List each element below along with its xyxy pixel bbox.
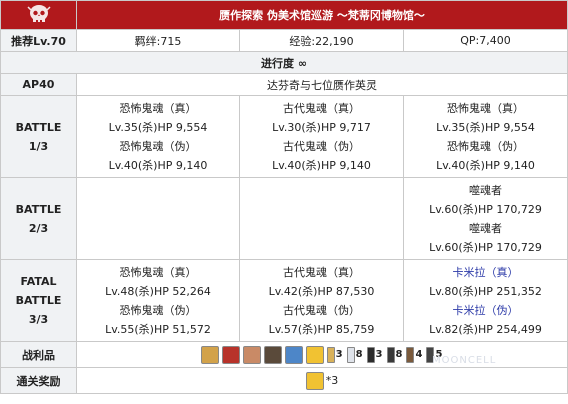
craft-essence-blue-icon[interactable] <box>284 345 303 364</box>
battle-1-col-1: 恐怖鬼魂（真） Lv.35(杀)HP 9,554 恐怖鬼魂（伪） Lv.40(杀… <box>76 95 240 178</box>
battle-2-label: BATTLE 2/3 <box>0 177 77 260</box>
battle-1-col-2: 古代鬼魂（真） Lv.30(杀)HP 9,717 古代鬼魂（伪） Lv.40(杀… <box>239 95 404 178</box>
drop-count: 8 <box>395 349 403 360</box>
drop-count: 3 <box>335 349 343 360</box>
enemy-stat: Lv.55(杀)HP 51,572 <box>105 322 211 336</box>
drop-count: 8 <box>355 349 363 360</box>
enemy-stat: Lv.35(杀)HP 9,554 <box>436 120 535 134</box>
battle-label-line: FATAL <box>20 275 57 288</box>
enemy-stat: Lv.35(杀)HP 9,554 <box>108 120 208 134</box>
event-token-white-icon[interactable] <box>346 346 355 363</box>
reward-count: *3 <box>325 374 339 387</box>
progress-row: 进行度 ∞ <box>0 51 568 74</box>
battle-label-line: BATTLE <box>15 120 62 134</box>
enemy-stat: Lv.40(杀)HP 9,140 <box>272 158 371 172</box>
battle-3-col-1: 恐怖鬼魂（真） Lv.48(杀)HP 52,264 恐怖鬼魂（伪） Lv.55(… <box>76 259 240 342</box>
event-token-black2-icon[interactable] <box>386 346 395 363</box>
battle-label-line: BATTLE <box>15 202 62 216</box>
enemy-name-link[interactable]: 卡米拉（伪） <box>404 301 567 320</box>
drop-count: 5 <box>435 349 443 360</box>
enemy-stat: Lv.40(杀)HP 9,140 <box>108 158 208 172</box>
drops-label: 战利品 <box>0 341 77 368</box>
enemy-stat: Lv.82(杀)HP 254,499 <box>429 322 542 336</box>
drops-list: 3 8 3 8 4 5 <box>77 345 567 364</box>
battle-label-line: 2/3 <box>28 221 49 235</box>
enemy-name: 恐怖鬼魂（伪） <box>119 303 197 317</box>
craft-essence-dark-icon[interactable] <box>263 345 282 364</box>
ap-cost-label: AP40 <box>0 73 77 96</box>
battle-1-label: BATTLE 1/3 <box>0 95 77 178</box>
quest-title: 赝作探索 伪美术馆巡游 ～梵蒂冈博物馆～ <box>76 0 568 30</box>
enemy-name: 恐怖鬼魂（真） <box>447 101 524 115</box>
enemy-name: 古代鬼魂（伪） <box>283 139 360 153</box>
qp-value: QP:7,400 <box>403 29 568 52</box>
battle-label-line: 1/3 <box>28 139 49 153</box>
event-token-gold-icon[interactable] <box>326 346 335 363</box>
enemy-name: 恐怖鬼魂（真） <box>119 101 197 115</box>
battle-2-col-1 <box>76 177 240 260</box>
event-token-dark-icon[interactable] <box>426 346 435 363</box>
header-logo-cell <box>0 0 77 30</box>
recommended-level-label: 推荐Lv.70 <box>0 29 77 52</box>
quest-info-table: 赝作探索 伪美术馆巡游 ～梵蒂冈博物馆～ 推荐Lv.70 羁绊:715 经验:2… <box>0 0 568 403</box>
drop-count: 3 <box>375 349 383 360</box>
battle-label-line: BATTLE <box>15 294 62 307</box>
battle-3-col-3: 卡米拉（真） Lv.80(杀)HP 251,352 卡米拉（伪） Lv.82(杀… <box>403 259 568 342</box>
enemy-name-link[interactable]: 卡米拉（真） <box>404 263 567 282</box>
event-token-black-icon[interactable] <box>366 346 375 363</box>
battle-3-label: FATAL BATTLE 3/3 <box>0 259 77 342</box>
enemy-name: 恐怖鬼魂（伪） <box>119 139 197 153</box>
battle-2-col-3: 噬魂者 Lv.60(杀)HP 170,729 噬魂者 Lv.60(杀)HP 17… <box>403 177 568 260</box>
mana-prism-reward-icon[interactable] <box>305 371 324 390</box>
enemy-name: 古代鬼魂（真） <box>283 265 360 279</box>
event-token-brown-icon[interactable] <box>406 346 415 363</box>
quest-name: 达芬奇与七位赝作英灵 <box>76 73 568 96</box>
drop-count: 4 <box>415 349 423 360</box>
enemy-stat: Lv.57(杀)HP 85,759 <box>268 322 375 336</box>
mana-prism-icon[interactable] <box>305 345 324 364</box>
enemy-name: 古代鬼魂（真） <box>283 101 360 115</box>
enemy-name: 恐怖鬼魂（伪） <box>447 139 524 153</box>
battle-1-col-3: 恐怖鬼魂（真） Lv.35(杀)HP 9,554 恐怖鬼魂（伪） Lv.40(杀… <box>403 95 568 178</box>
bond-value: 羁绊:715 <box>76 29 240 52</box>
enemy-stat: Lv.48(杀)HP 52,264 <box>105 284 211 298</box>
enemy-stat: Lv.80(杀)HP 251,352 <box>429 284 542 298</box>
craft-essence-girl-icon[interactable] <box>242 345 261 364</box>
clear-reward-cell: *3 <box>76 367 568 394</box>
battle-2-col-2 <box>239 177 404 260</box>
drops-cell: 3 8 3 8 4 5 <box>76 341 568 368</box>
enemy-name: 古代鬼魂（伪） <box>283 303 360 317</box>
battle-3-col-2: 古代鬼魂（真） Lv.42(杀)HP 87,530 古代鬼魂（伪） Lv.57(… <box>239 259 404 342</box>
enemy-stat: Lv.60(杀)HP 170,729 <box>429 240 542 254</box>
enemy-stat: Lv.30(杀)HP 9,717 <box>272 120 371 134</box>
enemy-stat: Lv.40(杀)HP 9,140 <box>436 158 535 172</box>
craft-essence-red-icon[interactable] <box>200 345 219 364</box>
battle-label-line: 3/3 <box>28 313 49 326</box>
enemy-name: 噬魂者 <box>469 221 502 235</box>
enemy-stat: Lv.60(杀)HP 170,729 <box>429 202 542 216</box>
skull-emblem-icon <box>26 4 51 28</box>
enemy-name: 噬魂者 <box>469 183 502 197</box>
exp-value: 经验:22,190 <box>239 29 404 52</box>
craft-essence-flame-icon[interactable] <box>221 345 240 364</box>
enemy-name: 恐怖鬼魂（真） <box>119 265 197 279</box>
clear-reward-label: 通关奖励 <box>0 367 77 394</box>
enemy-stat: Lv.42(杀)HP 87,530 <box>268 284 375 298</box>
